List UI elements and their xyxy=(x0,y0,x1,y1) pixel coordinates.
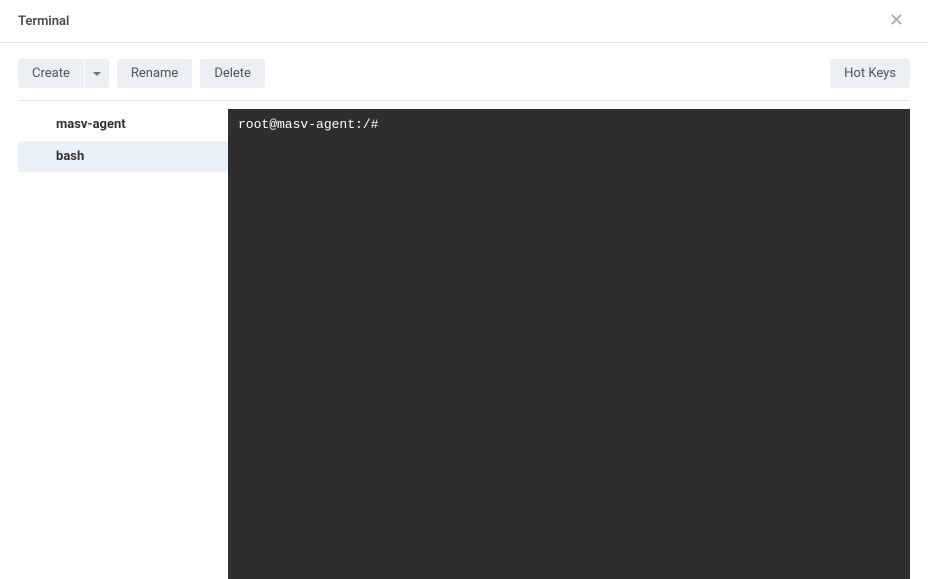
delete-button[interactable]: Delete xyxy=(200,59,265,88)
terminal-output[interactable]: root@masv-agent:/# xyxy=(228,109,910,579)
caret-down-icon xyxy=(93,72,101,76)
toolbar-divider xyxy=(18,100,910,101)
hotkeys-button[interactable]: Hot Keys xyxy=(830,59,910,88)
create-button-group: Create xyxy=(18,59,109,88)
create-button[interactable]: Create xyxy=(18,59,84,88)
toolbar: Create Rename Delete Hot Keys xyxy=(0,43,928,100)
sidebar-item-bash[interactable]: bash xyxy=(18,141,228,172)
header: Terminal ✕ xyxy=(0,0,928,43)
page-title: Terminal xyxy=(18,14,69,29)
content-area: masv-agent bash root@masv-agent:/# xyxy=(0,109,928,579)
toolbar-left: Create Rename Delete xyxy=(18,59,265,88)
terminal-cursor xyxy=(378,118,385,132)
create-dropdown-button[interactable] xyxy=(85,59,109,88)
terminal-prompt: root@masv-agent:/# xyxy=(238,117,378,132)
toolbar-right: Hot Keys xyxy=(830,59,910,88)
sidebar-item-masv-agent[interactable]: masv-agent xyxy=(18,109,228,140)
rename-button[interactable]: Rename xyxy=(117,59,192,88)
close-icon[interactable]: ✕ xyxy=(883,10,910,32)
sidebar: masv-agent bash xyxy=(18,109,228,579)
